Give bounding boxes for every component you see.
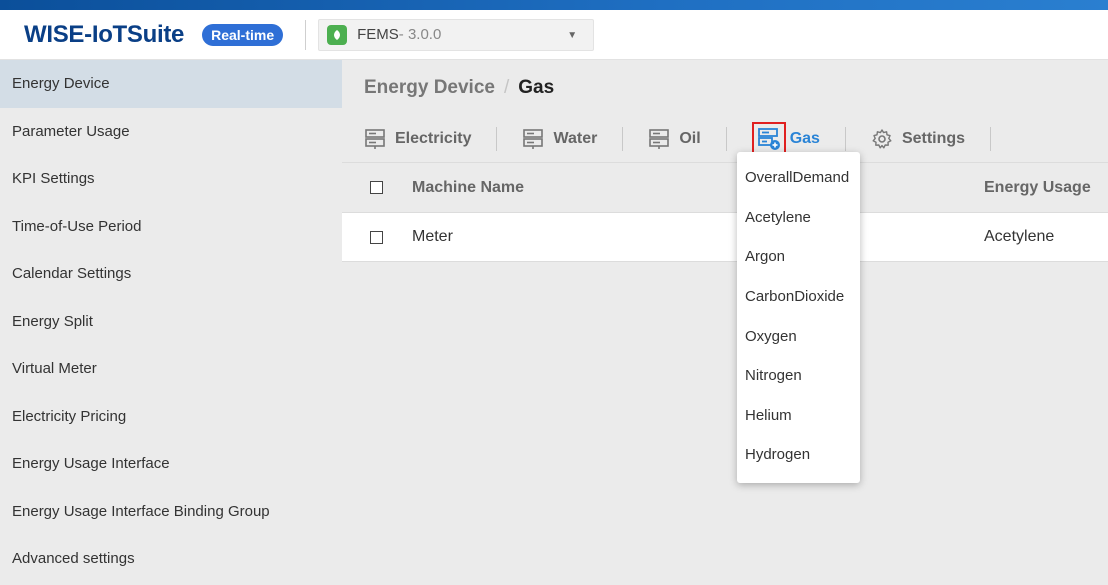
app-window: WISE-IoTSuite Real-time FEMS - 3.0.0 ▼ E… xyxy=(0,0,1108,585)
dropdown-item-acetylene[interactable]: Acetylene xyxy=(737,198,860,238)
sidebar-item-energy-device[interactable]: Energy Device xyxy=(0,60,342,108)
energy-app-icon xyxy=(327,24,348,45)
select-all-checkbox[interactable] xyxy=(370,181,383,194)
column-header-machine-name[interactable]: Machine Name xyxy=(412,179,524,197)
tab-oil[interactable]: Oil xyxy=(646,115,702,163)
sidebar: Energy Device Parameter Usage KPI Settin… xyxy=(0,60,342,585)
sidebar-item-energy-usage-interface[interactable]: Energy Usage Interface xyxy=(0,440,342,488)
app-selector[interactable]: FEMS - 3.0.0 ▼ xyxy=(318,18,595,51)
energy-type-tabs: Electricity Water Oil Gas Settings xyxy=(342,115,1108,164)
tab-water-label: Water xyxy=(553,129,598,147)
product-logo: WISE-IoTSuite xyxy=(24,20,185,48)
sidebar-item-energy-split[interactable]: Energy Split xyxy=(0,298,342,346)
tab-settings[interactable]: Settings xyxy=(869,115,967,163)
dropdown-item-argon[interactable]: Argon xyxy=(737,237,860,277)
header-divider xyxy=(305,19,307,50)
app-name: FEMS xyxy=(357,26,399,43)
sidebar-item-kpi-settings[interactable]: KPI Settings xyxy=(0,155,342,203)
cell-machine-name: Meter xyxy=(412,228,453,245)
gas-type-dropdown: OverallDemand Acetylene Argon CarbonDiox… xyxy=(737,152,860,483)
app-version: - 3.0.0 xyxy=(398,26,442,43)
sidebar-item-parameter-usage[interactable]: Parameter Usage xyxy=(0,108,342,156)
tab-divider xyxy=(622,126,624,151)
breadcrumb-parent[interactable]: Energy Device xyxy=(364,77,495,99)
sidebar-item-electricity-pricing[interactable]: Electricity Pricing xyxy=(0,393,342,441)
tab-water[interactable]: Water xyxy=(520,115,599,163)
top-accent-bar xyxy=(0,0,1108,10)
server-icon xyxy=(365,128,385,149)
main-content: Energy Device / Gas Electricity Water Oi… xyxy=(342,60,1108,585)
cell-energy-usage: Acetylene xyxy=(984,228,1055,245)
dropdown-item-oxygen[interactable]: Oxygen xyxy=(737,316,860,356)
dropdown-item-nitrogen[interactable]: Nitrogen xyxy=(737,356,860,396)
breadcrumb-separator: / xyxy=(503,76,510,98)
sidebar-item-energy-usage-interface-binding-group[interactable]: Energy Usage Interface Binding Group xyxy=(0,488,342,536)
sidebar-item-calendar-settings[interactable]: Calendar Settings xyxy=(0,250,342,298)
tab-oil-label: Oil xyxy=(679,129,701,147)
tab-divider xyxy=(844,126,846,151)
tab-gas-label: Gas xyxy=(789,129,820,147)
table-row[interactable]: Meter Acetylene xyxy=(342,213,1108,262)
server-icon xyxy=(649,128,670,149)
column-header-energy-usage[interactable]: Energy Usage xyxy=(984,179,1091,197)
sidebar-item-virtual-meter[interactable]: Virtual Meter xyxy=(0,345,342,393)
tab-divider xyxy=(725,126,727,151)
chevron-down-icon: ▼ xyxy=(567,29,578,41)
highlight-box xyxy=(751,121,786,156)
server-icon xyxy=(523,128,544,149)
tab-divider xyxy=(990,126,992,151)
tab-electricity-label: Electricity xyxy=(395,129,472,147)
dropdown-item-overalldemand[interactable]: OverallDemand xyxy=(737,158,860,198)
breadcrumb-current: Gas xyxy=(518,76,555,98)
gear-icon xyxy=(872,128,892,148)
dropdown-item-helium[interactable]: Helium xyxy=(737,396,860,436)
server-add-icon xyxy=(757,127,780,150)
app-header: WISE-IoTSuite Real-time FEMS - 3.0.0 ▼ xyxy=(0,10,1108,60)
realtime-badge: Real-time xyxy=(202,23,284,46)
sidebar-item-time-of-use-period[interactable]: Time-of-Use Period xyxy=(0,203,342,251)
dropdown-item-carbondioxide[interactable]: CarbonDioxide xyxy=(737,277,860,317)
breadcrumb: Energy Device / Gas xyxy=(342,60,1108,115)
tab-divider xyxy=(496,126,498,151)
dropdown-item-hydrogen[interactable]: Hydrogen xyxy=(737,435,860,475)
tab-electricity[interactable]: Electricity xyxy=(362,115,473,163)
sidebar-item-advanced-settings[interactable]: Advanced settings xyxy=(0,535,342,583)
row-checkbox[interactable] xyxy=(370,230,383,244)
table-header: Machine Name Energy Usage xyxy=(342,163,1108,213)
tab-settings-label: Settings xyxy=(901,129,966,147)
